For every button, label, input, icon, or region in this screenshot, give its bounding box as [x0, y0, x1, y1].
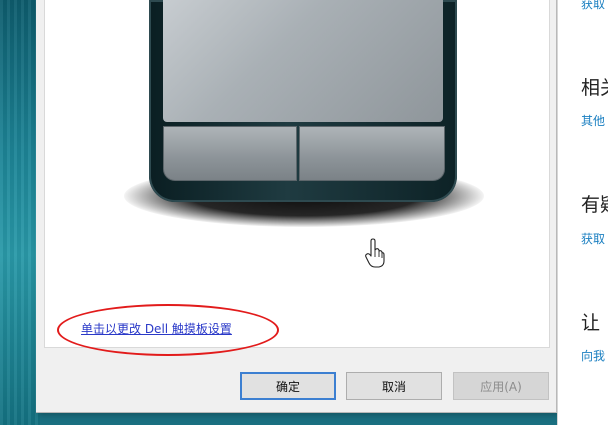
touchpad-body [149, 0, 457, 202]
touchpad-panel: 单击以更改 Dell 触摸板设置 [44, 0, 550, 356]
cancel-button[interactable]: 取消 [346, 372, 442, 400]
touchpad-surface [163, 0, 443, 122]
hand-cursor-icon [365, 238, 385, 268]
settings-link-feedback[interactable]: 向我 [581, 347, 605, 364]
apply-button[interactable]: 应用(A) [453, 372, 549, 400]
touchpad-right-button [299, 126, 445, 181]
ok-button[interactable]: 确定 [240, 372, 336, 400]
settings-link-other[interactable]: 其他 [581, 112, 605, 129]
touchpad-image [121, 0, 487, 232]
mouse-properties-dialog: 单击以更改 Dell 触摸板设置 确定 取消 应用(A) [36, 0, 557, 413]
touchpad-left-button [163, 126, 297, 181]
settings-heading-questions: 有疑 [581, 194, 608, 216]
desktop-background [0, 0, 40, 425]
settings-side-panel: 获取 相关 其他 有疑 获取 让 向我 [557, 0, 608, 425]
settings-link-get-help-2[interactable]: 获取 [581, 230, 605, 247]
dell-touchpad-settings-link[interactable]: 单击以更改 Dell 触摸板设置 [81, 320, 232, 337]
settings-heading-related: 相关 [581, 77, 608, 99]
settings-link-get-help[interactable]: 获取 [581, 0, 605, 12]
settings-heading-let: 让 [581, 312, 601, 334]
